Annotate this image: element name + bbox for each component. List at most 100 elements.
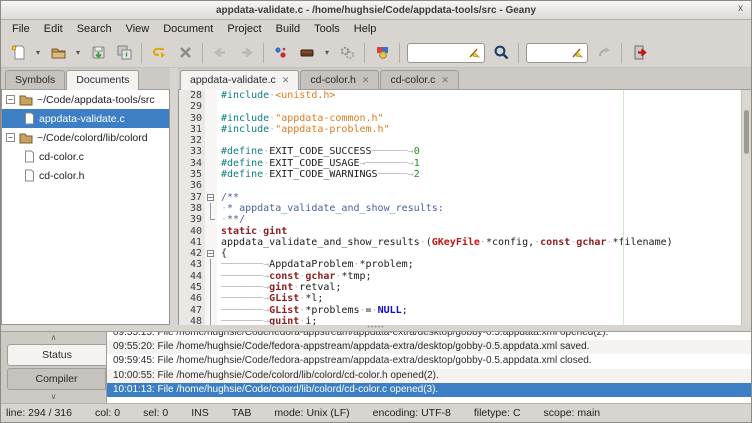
save-all-button[interactable] <box>111 41 137 65</box>
goto-line-input[interactable] <box>526 43 588 63</box>
revert-button[interactable] <box>146 41 172 65</box>
expander-icon[interactable]: − <box>6 133 15 142</box>
panel-tab-status[interactable]: Status <box>7 344 106 366</box>
build-dropdown[interactable]: ▾ <box>320 41 334 65</box>
save-button[interactable] <box>85 41 111 65</box>
code-line-44[interactable]: 44───────→const·gchar·*tmp; <box>179 271 751 282</box>
code-line-30[interactable]: 30#include·"appdata-common.h" <box>179 113 751 124</box>
titlebar[interactable]: appdata-validate.c - /home/hughsie/Code/… <box>1 1 751 20</box>
fold-margin[interactable] <box>205 282 217 293</box>
status-message-row[interactable]: 10:01:13: File /home/hughsie/Code/colord… <box>107 383 751 397</box>
editor-tab-cd-color.h[interactable]: cd-color.h✕ <box>300 70 379 89</box>
code-line-36[interactable]: 36 <box>179 180 751 191</box>
code-line-29[interactable]: 29 <box>179 101 751 112</box>
code-line-35[interactable]: 35#define·EXIT_CODE_WARNINGS─────→2 <box>179 169 751 180</box>
menu-view[interactable]: View <box>119 22 157 36</box>
editor-tab-appdata-validate.c[interactable]: appdata-validate.c✕ <box>180 70 299 90</box>
fold-margin[interactable] <box>205 237 217 248</box>
code-line-38[interactable]: 38·* appdata_validate_and_show_results: <box>179 203 751 214</box>
fold-collapse-icon[interactable]: − <box>207 250 214 257</box>
menu-tools[interactable]: Tools <box>307 22 347 36</box>
editor-vertical-scrollbar[interactable] <box>741 90 751 325</box>
code-line-45[interactable]: 45───────→gint·retval; <box>179 282 751 293</box>
color-chooser-button[interactable] <box>369 41 395 65</box>
fold-margin[interactable] <box>205 135 217 146</box>
code-line-39[interactable]: 39·**/ <box>179 214 751 225</box>
fold-margin[interactable] <box>205 146 217 157</box>
tabs-scroll-down-icon[interactable]: ∨ <box>1 391 106 402</box>
status-message-row[interactable]: 09:59:45: File /home/hughsie/Code/fedora… <box>107 354 751 368</box>
panel-tab-compiler[interactable]: Compiler <box>7 368 106 390</box>
code-line-34[interactable]: 34#define·EXIT_CODE_USAGE→───────→1 <box>179 158 751 169</box>
jump-to-button[interactable] <box>591 41 617 65</box>
code-line-40[interactable]: 40static·gint <box>179 226 751 237</box>
menu-project[interactable]: Project <box>220 22 268 36</box>
fold-margin[interactable] <box>205 203 217 214</box>
fold-margin[interactable]: − <box>205 248 217 259</box>
fold-margin[interactable] <box>205 90 217 101</box>
navigate-back-button[interactable] <box>207 41 233 65</box>
compile-button[interactable] <box>268 41 294 65</box>
tree-file-cd-color.h[interactable]: cd-color.h <box>2 166 169 185</box>
close-button[interactable] <box>172 41 198 65</box>
tab-close-icon[interactable]: ✕ <box>362 75 370 86</box>
code-line-31[interactable]: 31#include·"appdata-problem.h" <box>179 124 751 135</box>
code-line-41[interactable]: 41appdata_validate_and_show_results·(GKe… <box>179 237 751 248</box>
tab-symbols[interactable]: Symbols <box>5 70 65 89</box>
menu-document[interactable]: Document <box>156 22 220 36</box>
fold-margin[interactable] <box>205 214 217 225</box>
status-message-row[interactable]: 09:55:15: File /home/hughsie/Code/fedora… <box>107 332 751 340</box>
fold-margin[interactable] <box>205 180 217 191</box>
scrollbar-thumb[interactable] <box>744 110 749 154</box>
fold-margin[interactable] <box>205 169 217 180</box>
new-dropdown[interactable]: ▾ <box>31 41 45 65</box>
fold-margin[interactable] <box>205 226 217 237</box>
tree-folder--code-colord-lib-colord[interactable]: −~/Code/colord/lib/colord <box>2 128 169 147</box>
open-dropdown[interactable]: ▾ <box>71 41 85 65</box>
fold-margin[interactable] <box>205 316 217 325</box>
sidebar-splitter[interactable] <box>170 68 178 325</box>
code-line-28[interactable]: 28#include·<unistd.h> <box>179 90 751 101</box>
code-line-33[interactable]: 33#define·EXIT_CODE_SUCCESS──────→0 <box>179 146 751 157</box>
navigate-forward-button[interactable] <box>233 41 259 65</box>
menu-file[interactable]: File <box>5 22 37 36</box>
tab-documents[interactable]: Documents <box>66 70 139 90</box>
fold-margin[interactable] <box>205 124 217 135</box>
fold-collapse-icon[interactable]: − <box>207 194 214 201</box>
fold-margin[interactable] <box>205 101 217 112</box>
fold-margin[interactable]: − <box>205 192 217 203</box>
code-line-43[interactable]: 43───────→AppdataProblem·*problem; <box>179 259 751 270</box>
open-button[interactable] <box>45 41 71 65</box>
editor-tab-cd-color.c[interactable]: cd-color.c✕ <box>380 70 458 89</box>
fold-margin[interactable] <box>205 271 217 282</box>
status-message-row[interactable]: 09:55:20: File /home/hughsie/Code/fedora… <box>107 340 751 354</box>
tree-file-cd-color.c[interactable]: cd-color.c <box>2 147 169 166</box>
fold-margin[interactable] <box>205 293 217 304</box>
fold-margin[interactable] <box>205 113 217 124</box>
status-message-list[interactable]: 09:55:15: File /home/hughsie/Code/fedora… <box>107 332 751 403</box>
menu-build[interactable]: Build <box>269 22 307 36</box>
new-button[interactable] <box>5 41 31 65</box>
search-input[interactable] <box>407 43 485 63</box>
status-message-row[interactable]: 10:00:55: File /home/hughsie/Code/colord… <box>107 369 751 383</box>
code-line-42[interactable]: 42−{ <box>179 248 751 259</box>
tree-file-appdata-validate.c[interactable]: appdata-validate.c <box>2 109 169 128</box>
execute-button[interactable] <box>334 41 360 65</box>
window-close-icon[interactable]: x <box>738 3 743 14</box>
code-line-48[interactable]: 48───────→guint·i; <box>179 316 751 325</box>
fold-margin[interactable] <box>205 305 217 316</box>
menu-edit[interactable]: Edit <box>37 22 70 36</box>
menu-help[interactable]: Help <box>347 22 384 36</box>
tree-folder--code-appdata-tools-src[interactable]: −~/Code/appdata-tools/src <box>2 90 169 109</box>
tab-close-icon[interactable]: ✕ <box>282 75 290 86</box>
code-editor[interactable]: 28#include·<unistd.h>2930#include·"appda… <box>178 90 751 325</box>
code-line-37[interactable]: 37−/** <box>179 192 751 203</box>
quit-button[interactable] <box>626 41 652 65</box>
code-line-32[interactable]: 32 <box>179 135 751 146</box>
expander-icon[interactable]: − <box>6 95 15 104</box>
fold-margin[interactable] <box>205 259 217 270</box>
fold-margin[interactable] <box>205 158 217 169</box>
code-line-47[interactable]: 47───────→GList·*problems·=·NULL; <box>179 305 751 316</box>
tabs-scroll-up-icon[interactable]: ∧ <box>1 332 106 343</box>
menu-search[interactable]: Search <box>70 22 119 36</box>
